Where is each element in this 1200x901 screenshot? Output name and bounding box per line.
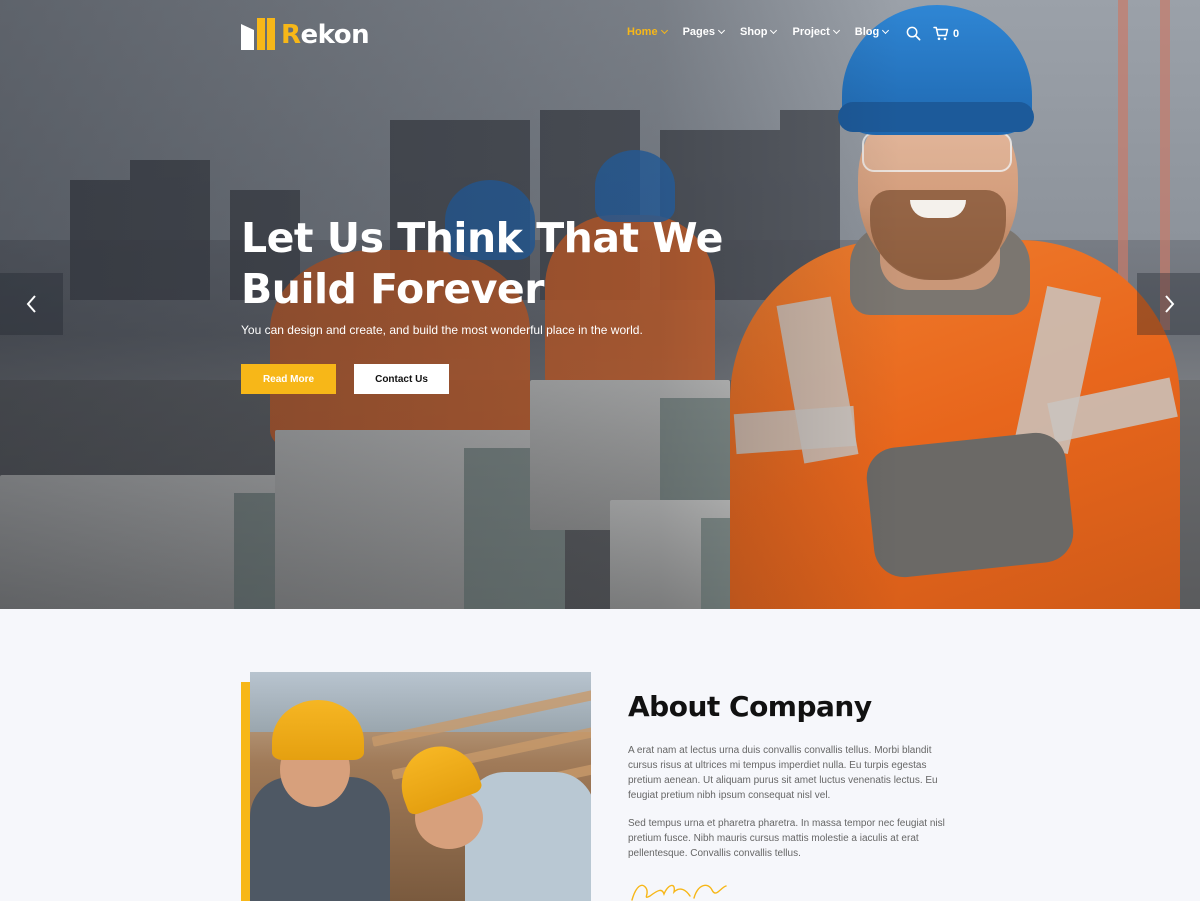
signature-image bbox=[631, 884, 727, 901]
slider-next-button[interactable] bbox=[1137, 273, 1200, 335]
cart-button[interactable]: 0 bbox=[933, 26, 959, 41]
chevron-down-icon bbox=[660, 26, 668, 35]
chevron-down-icon bbox=[832, 26, 840, 35]
main-nav: Home Pages Shop Project Blog bbox=[627, 26, 904, 38]
chevron-left-icon bbox=[26, 295, 36, 313]
nav-item-project[interactable]: Project bbox=[792, 26, 840, 38]
nav-item-pages[interactable]: Pages bbox=[683, 26, 726, 38]
chevron-down-icon bbox=[882, 26, 890, 35]
cart-count: 0 bbox=[953, 27, 960, 40]
hero-subtitle: You can design and create, and build the… bbox=[241, 323, 643, 337]
chevron-down-icon bbox=[717, 26, 726, 35]
logo[interactable]: Rekon bbox=[241, 16, 370, 50]
contact-us-button[interactable]: Contact Us bbox=[354, 364, 449, 394]
nav-item-shop[interactable]: Shop bbox=[740, 26, 778, 38]
about-image-accent-bar bbox=[241, 682, 250, 901]
logo-text: Rekon bbox=[281, 20, 370, 50]
logo-mark-icon bbox=[241, 16, 279, 50]
read-more-button[interactable]: Read More bbox=[241, 364, 336, 394]
nav-item-home[interactable]: Home bbox=[627, 26, 668, 38]
cart-icon bbox=[933, 26, 949, 41]
chevron-down-icon bbox=[770, 26, 778, 35]
about-image bbox=[241, 672, 591, 901]
about-paragraph: Sed tempus urna et pharetra pharetra. In… bbox=[628, 818, 945, 859]
slider-prev-button[interactable] bbox=[0, 273, 63, 335]
nav-item-blog[interactable]: Blog bbox=[855, 26, 890, 38]
search-icon[interactable] bbox=[906, 26, 921, 41]
about-paragraph: A erat nam at lectus urna duis convallis… bbox=[628, 745, 938, 801]
chevron-right-icon bbox=[1164, 295, 1174, 313]
about-title: About Company bbox=[628, 690, 872, 723]
hero-title: Let Us Think That We Build Forever bbox=[241, 214, 723, 313]
